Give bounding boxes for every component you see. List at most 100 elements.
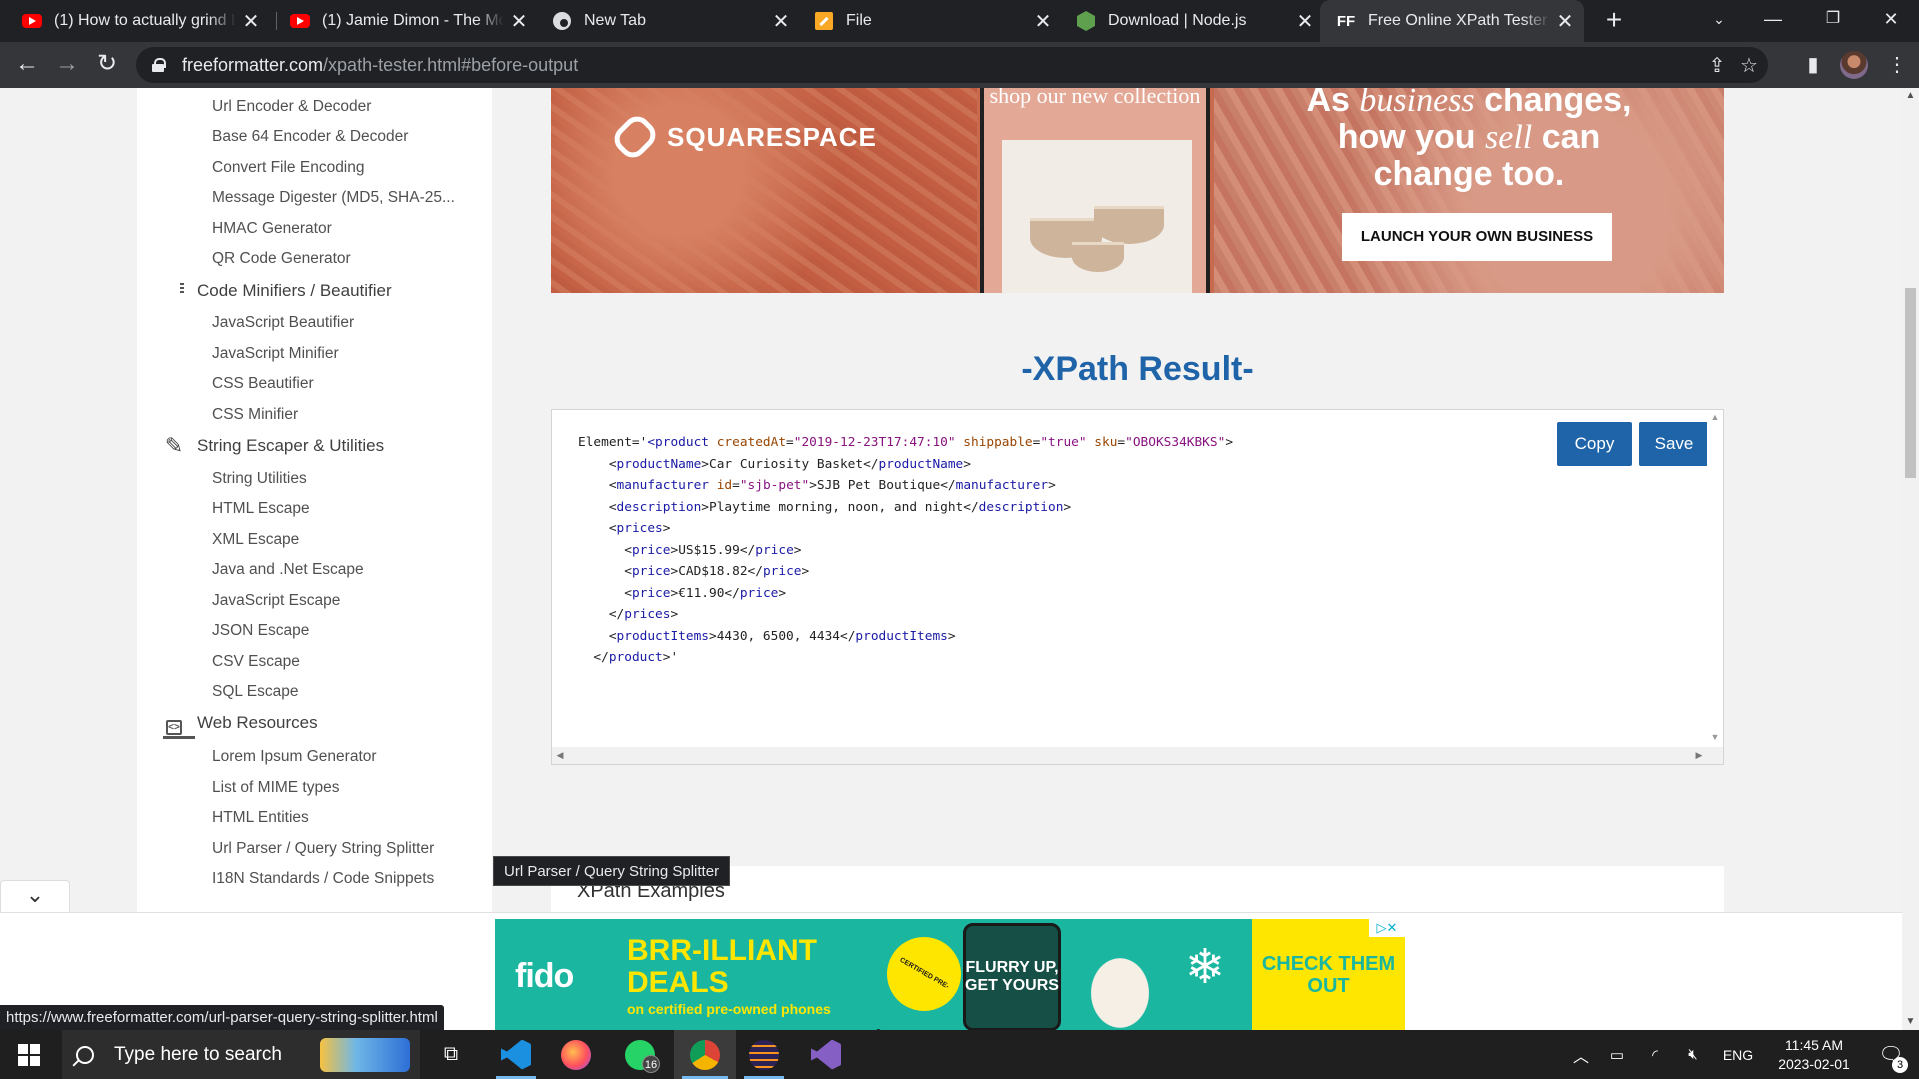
sidebar-item-json-escape[interactable]: JSON Escape xyxy=(212,622,309,640)
profile-avatar[interactable] xyxy=(1840,51,1868,79)
wifi-icon[interactable]: ◜ xyxy=(1640,1030,1670,1079)
forward-icon[interactable]: → xyxy=(50,48,84,82)
reload-icon[interactable]: ↻ xyxy=(90,48,124,82)
page-vertical-scrollbar[interactable]: ▲ ▼ xyxy=(1902,88,1919,1030)
collapse-ad-button[interactable]: ⌄ xyxy=(0,880,70,912)
close-icon[interactable]: ✕ xyxy=(1556,9,1574,34)
taskbar-visual-studio[interactable] xyxy=(798,1030,854,1079)
launch-business-button[interactable]: LAUNCH YOUR OWN BUSINESS xyxy=(1342,213,1612,261)
scroll-right-icon[interactable]: ▶ xyxy=(1691,747,1707,764)
sidebar-item-js-minifier[interactable]: JavaScript Minifier xyxy=(212,345,339,363)
scroll-down-icon[interactable]: ▼ xyxy=(1707,732,1723,742)
menu-icon[interactable]: ⋮ xyxy=(1882,50,1912,80)
sidebar-item-csv-escape[interactable]: CSV Escape xyxy=(212,653,300,671)
taskbar-vscode[interactable] xyxy=(488,1030,544,1079)
volume-muted-icon[interactable]: 🔇︎ xyxy=(1678,1030,1708,1079)
squarespace-ad-banner[interactable]: SQUARESPACE shop our new collection As b… xyxy=(551,88,1724,293)
xpath-result-output[interactable]: Element='<product createdAt="2019-12-23T… xyxy=(551,409,1724,765)
language-indicator[interactable]: ENG xyxy=(1716,1030,1760,1079)
browser-toolbar: ← → ↻ freeformatter.com /xpath-tester.ht… xyxy=(0,42,1919,88)
sidebar-nav: Url Encoder & Decoder Base 64 Encoder & … xyxy=(137,88,492,912)
sidebar-item-message-digester[interactable]: Message Digester (MD5, SHA-25... xyxy=(212,189,455,207)
squarespace-logo: SQUARESPACE xyxy=(608,110,877,164)
taskbar-chrome[interactable] xyxy=(674,1030,736,1079)
sidebar-item-mime-types[interactable]: List of MIME types xyxy=(212,779,339,797)
sidebar-category-web-resources[interactable]: <> Web Resources xyxy=(161,710,318,736)
tab-file[interactable]: File ✕ xyxy=(792,0,1062,42)
tab-youtube-jamie[interactable]: (1) Jamie Dimon - The Most ✕ xyxy=(268,0,538,42)
squarespace-mark-icon xyxy=(608,110,662,164)
close-icon[interactable]: ✕ xyxy=(1034,9,1052,34)
close-icon[interactable]: ✕ xyxy=(242,9,260,34)
tab-youtube-grind[interactable]: (1) How to actually grind Le ✕ xyxy=(0,0,270,42)
close-icon[interactable]: ✕ xyxy=(510,9,528,34)
firefox-icon xyxy=(561,1039,591,1070)
sidebar-item-xml-escape[interactable]: XML Escape xyxy=(212,531,299,549)
close-icon[interactable]: ✕ xyxy=(1296,9,1314,34)
ad-flurry-text: FLURRY UP, GET YOURS xyxy=(965,959,1059,994)
back-icon[interactable]: ← xyxy=(10,48,44,82)
close-icon[interactable]: ✕ xyxy=(772,9,790,34)
sidebar-item-html-entities[interactable]: HTML Entities xyxy=(212,809,309,827)
scroll-down-icon[interactable]: ▼ xyxy=(1902,1014,1919,1030)
sidebar-item-url-parser[interactable]: Url Parser / Query String Splitter xyxy=(212,840,434,858)
scroll-left-icon[interactable]: ◀ xyxy=(552,747,568,764)
start-button[interactable] xyxy=(0,1030,58,1079)
sidebar-item-hmac[interactable]: HMAC Generator xyxy=(212,220,332,238)
tray-chevron-up-icon[interactable]: ︿ xyxy=(1566,1030,1596,1079)
result-horizontal-scrollbar[interactable]: ◀ ▶ xyxy=(552,747,1723,764)
status-bar-url: https://www.freeformatter.com/url-parser… xyxy=(0,1005,444,1030)
ad-product-panel: shop our new collection xyxy=(980,88,1210,293)
url-host: freeformatter.com xyxy=(182,54,324,75)
taskbar-eclipse[interactable] xyxy=(736,1030,792,1079)
tab-new-tab[interactable]: New Tab ✕ xyxy=(530,0,800,42)
sidebar-item-css-beautifier[interactable]: CSS Beautifier xyxy=(212,375,314,393)
taskbar-firefox[interactable] xyxy=(548,1030,604,1079)
address-bar[interactable]: freeformatter.com /xpath-tester.html#bef… xyxy=(136,47,1768,83)
youtube-icon xyxy=(22,11,42,31)
sidebar-item-i18n[interactable]: I18N Standards / Code Snippets xyxy=(212,870,434,888)
sidebar-item-js-beautifier[interactable]: JavaScript Beautifier xyxy=(212,314,354,332)
scroll-up-icon[interactable]: ▲ xyxy=(1707,412,1723,422)
sidebar-item-java-net-escape[interactable]: Java and .Net Escape xyxy=(212,561,364,579)
tab-xpath-tester[interactable]: FF Free Online XPath Tester / E ✕ xyxy=(1320,0,1584,42)
sidebar-item-lorem-ipsum[interactable]: Lorem Ipsum Generator xyxy=(212,748,377,766)
taskbar-search[interactable]: Type here to search xyxy=(62,1030,420,1079)
task-view-icon[interactable]: ⧉ xyxy=(428,1030,474,1079)
share-icon[interactable]: ⇪ xyxy=(1706,55,1728,77)
notification-center-icon[interactable]: 🗨︎ 3 xyxy=(1868,1030,1914,1079)
restore-icon[interactable]: ❐ xyxy=(1804,0,1862,42)
bookmark-star-icon[interactable]: ☆ xyxy=(1738,55,1760,77)
sidebar-item-sql-escape[interactable]: SQL Escape xyxy=(212,683,298,701)
adchoices-icon[interactable]: ▷✕ xyxy=(1369,919,1405,937)
windows-taskbar: Type here to search ⧉ 16 ︿ ▭ ◜ 🔇︎ ENG 11… xyxy=(0,1030,1919,1079)
sidebar-item-js-escape[interactable]: JavaScript Escape xyxy=(212,592,340,610)
side-panel-icon[interactable]: ▮ xyxy=(1798,50,1828,80)
result-vertical-scrollbar[interactable]: ▲ ▼ xyxy=(1707,410,1723,748)
sidebar-item-url-encoder[interactable]: Url Encoder & Decoder xyxy=(212,98,371,116)
sidebar-item-html-escape[interactable]: HTML Escape xyxy=(212,500,310,518)
ad-brand: SQUARESPACE xyxy=(667,121,877,152)
sidebar-category-escaper[interactable]: ✎ String Escaper & Utilities xyxy=(161,433,384,459)
minimize-icon[interactable]: — xyxy=(1744,0,1802,42)
sidebar-item-qr-code[interactable]: QR Code Generator xyxy=(212,250,351,268)
xpath-result-code[interactable]: Element='<product createdAt="2019-12-23T… xyxy=(578,432,1233,669)
tab-title: Download | Node.js xyxy=(1108,12,1247,29)
taskbar-clock[interactable]: 11:45 AM 2023-02-01 xyxy=(1762,1036,1866,1074)
sidebar-item-css-minifier[interactable]: CSS Minifier xyxy=(212,406,298,424)
fido-ad-banner[interactable]: fido BRR-ILLIANT DEALS on certified pre-o… xyxy=(495,919,1405,1030)
sidebar-category-minifiers[interactable]: Code Minifiers / Beautifier xyxy=(161,278,392,304)
save-button[interactable]: Save xyxy=(1639,422,1709,466)
scroll-up-icon[interactable]: ▲ xyxy=(1902,88,1919,104)
new-tab-button[interactable]: + xyxy=(1597,4,1631,38)
battery-icon[interactable]: ▭ xyxy=(1602,1030,1632,1079)
tab-nodejs[interactable]: Download | Node.js ✕ xyxy=(1054,0,1324,42)
window-close-icon[interactable]: ✕ xyxy=(1862,0,1919,42)
sidebar-item-base64[interactable]: Base 64 Encoder & Decoder xyxy=(212,128,408,146)
sidebar-item-convert-encoding[interactable]: Convert File Encoding xyxy=(212,159,365,177)
tab-search-icon[interactable]: ⌄ xyxy=(1690,0,1748,42)
taskbar-whatsapp[interactable]: 16 xyxy=(612,1030,668,1079)
sidebar-item-string-utilities[interactable]: String Utilities xyxy=(212,470,307,488)
scrollbar-thumb[interactable] xyxy=(1905,288,1916,478)
copy-button[interactable]: Copy xyxy=(1557,422,1632,466)
